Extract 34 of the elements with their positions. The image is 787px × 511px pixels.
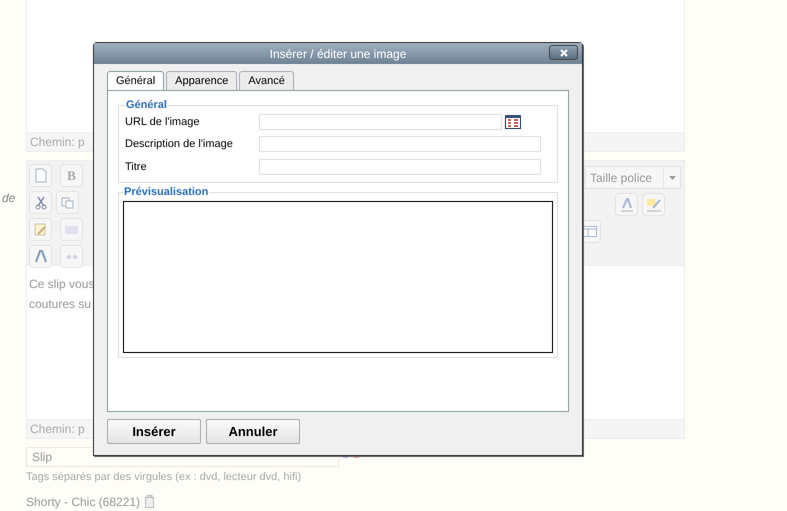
trash-icon[interactable] <box>145 495 154 508</box>
text-color-icon[interactable] <box>615 193 638 216</box>
close-icon <box>560 48 568 56</box>
group-legend: Général <box>125 97 168 114</box>
product-label: Shorty - Chic (68221) <box>26 494 140 510</box>
caret-icon <box>668 176 676 180</box>
highlight-icon[interactable] <box>642 193 665 216</box>
group-legend: Prévisualisation <box>123 184 210 200</box>
field-label: de <box>2 190 16 207</box>
browse-icon[interactable] <box>505 114 521 129</box>
new-document-icon[interactable] <box>29 164 52 187</box>
tab[interactable]: Avancé <box>239 71 294 90</box>
content-line: coutures su <box>29 296 92 313</box>
cut-icon[interactable] <box>29 191 52 214</box>
style-icon[interactable] <box>29 245 52 268</box>
dialog-button[interactable]: Annuler <box>206 419 300 444</box>
field-label: Titre <box>125 160 148 175</box>
copy-icon[interactable] <box>56 191 79 214</box>
quote-icon[interactable] <box>60 245 83 268</box>
text-field[interactable] <box>259 136 541 152</box>
field-label: URL de l'image <box>125 114 200 130</box>
tags-hint: Tags séparés par des virgules (ex : dvd, lecteur dvd, hifi) <box>26 470 302 485</box>
tab[interactable]: Apparence <box>166 71 238 90</box>
field-label: Description de l'image <box>125 136 234 152</box>
close-button[interactable] <box>549 45 578 60</box>
text-field[interactable] <box>259 159 541 175</box>
edit-icon[interactable] <box>29 218 52 241</box>
tab[interactable]: Général <box>107 71 164 90</box>
dialog-button[interactable]: Insérer <box>107 419 201 444</box>
path-label: Chemin: p <box>30 421 85 438</box>
dialog-title: Insérer / éditer une image <box>270 46 406 62</box>
path-label: Chemin: p <box>30 134 85 151</box>
text-field[interactable] <box>259 114 502 130</box>
content-line: Ce slip vous <box>29 276 96 293</box>
